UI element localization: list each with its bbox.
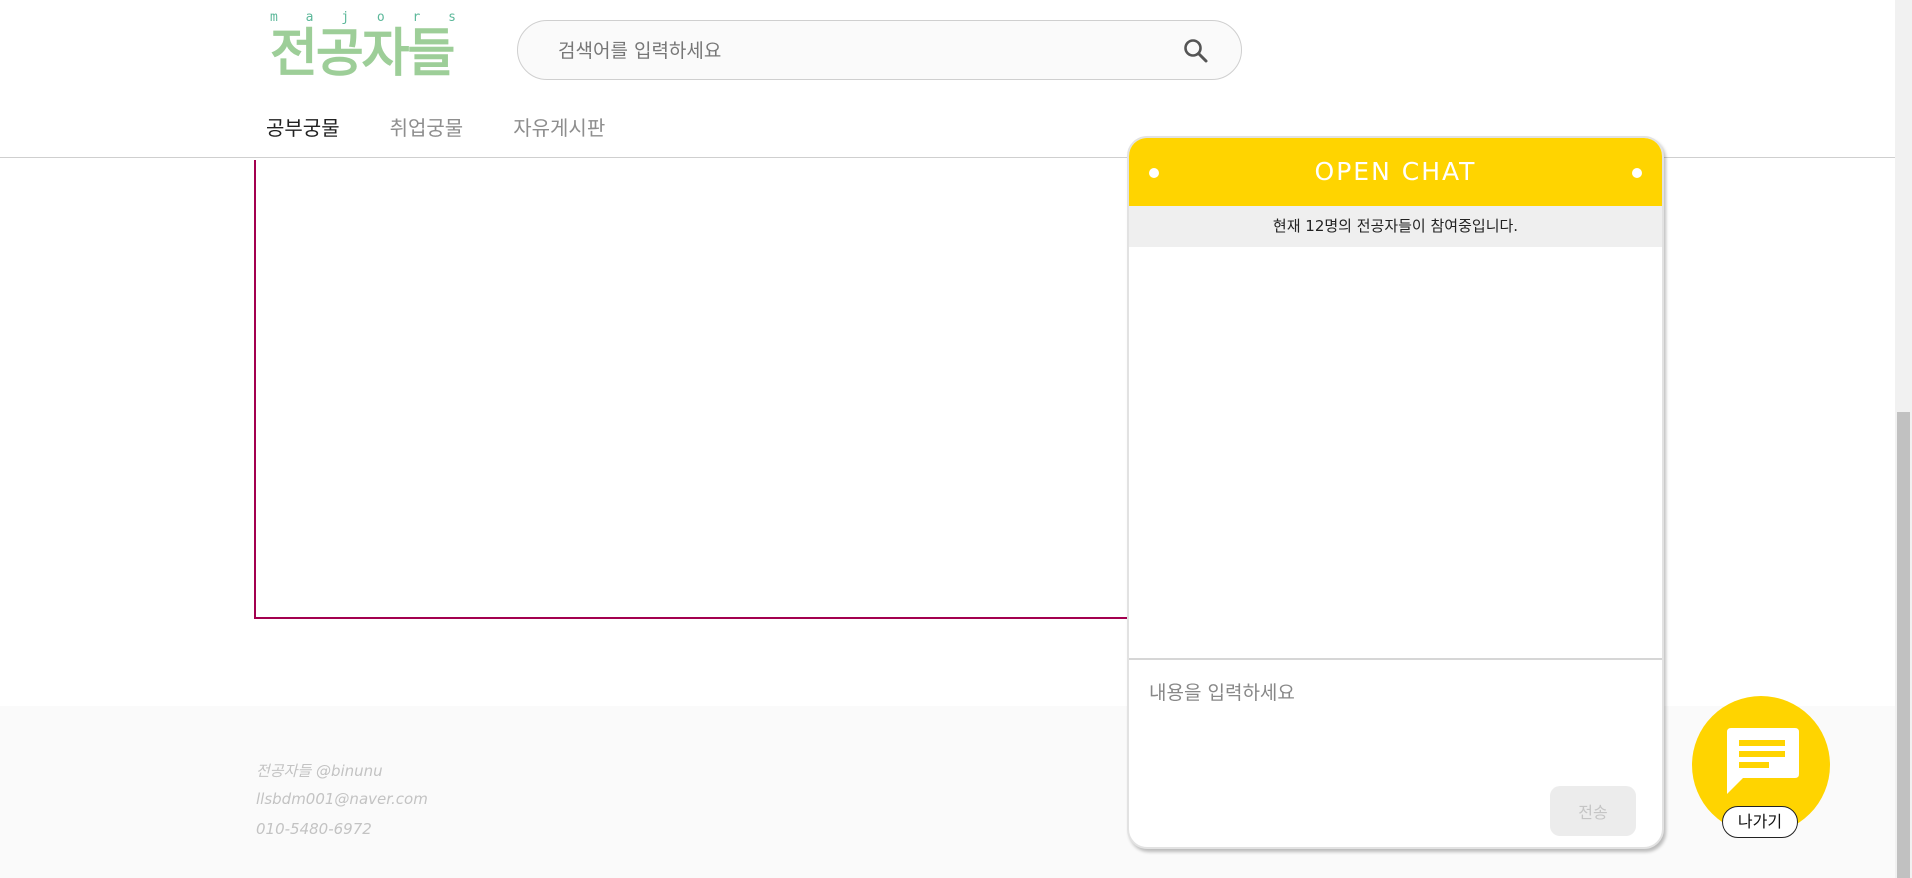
logo-letter: s (448, 10, 456, 25)
chat-participant-status: 현재 12명의 전공자들이 참여중입니다. (1129, 206, 1662, 247)
chat-bubble-icon (1727, 728, 1799, 794)
search-input[interactable] (556, 21, 1160, 81)
nav-item-study[interactable]: 공부궁물 (266, 112, 340, 141)
open-chat-panel: OPEN CHAT 현재 12명의 전공자들이 참여중입니다. 전송 (1127, 136, 1664, 849)
logo-letter: o (376, 10, 385, 25)
chat-header: OPEN CHAT (1129, 138, 1662, 206)
chat-message-list[interactable] (1129, 247, 1662, 658)
send-button[interactable]: 전송 (1550, 786, 1636, 836)
nav-item-jobs[interactable]: 취업궁물 (390, 112, 464, 141)
scrollbar-thumb[interactable] (1897, 412, 1910, 878)
search-icon[interactable] (1182, 37, 1210, 65)
footer-copyright: 전공자들 @binunu (256, 762, 383, 780)
logo-wordmark: 전공자들 (270, 24, 455, 84)
logo-letter: a (305, 10, 314, 25)
logo-letter: m (270, 10, 278, 25)
chat-header-dot (1632, 168, 1642, 178)
chat-message-input[interactable] (1147, 676, 1641, 780)
chat-divider (1129, 658, 1662, 660)
footer-phone: 010-5480-6972 (256, 820, 372, 838)
logo-letter: r (412, 10, 421, 25)
logo-tagline: m a j o r s (270, 10, 456, 25)
main-nav: 공부궁물 취업궁물 자유게시판 (266, 112, 655, 141)
search-bar (517, 20, 1242, 81)
chat-title: OPEN CHAT (1314, 157, 1477, 186)
site-logo[interactable]: m a j o r s 전공자들 (270, 10, 456, 84)
content-area (254, 160, 1256, 619)
logo-letter: j (341, 10, 350, 25)
footer-email: llsbdm001@naver.com (256, 790, 428, 808)
nav-item-free-board[interactable]: 자유게시판 (513, 112, 605, 141)
exit-chat-button[interactable]: 나가기 (1722, 806, 1798, 838)
